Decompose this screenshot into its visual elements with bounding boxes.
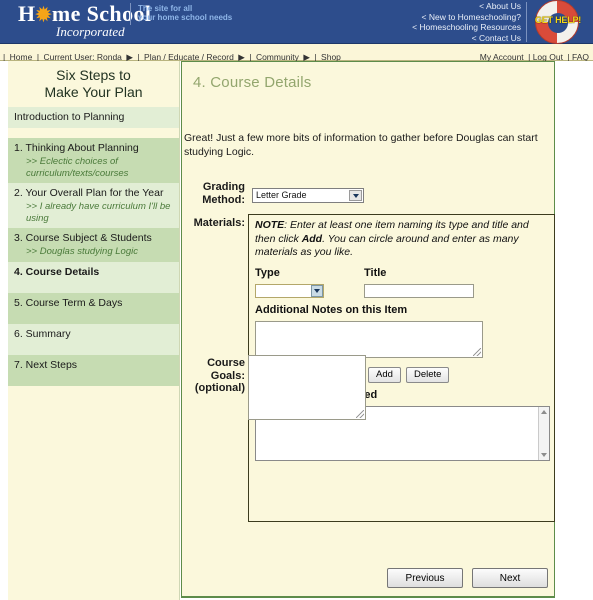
- sidebar-item-label: 3. Course Subject & Students: [14, 232, 152, 244]
- chevron-down-icon[interactable]: [349, 190, 362, 201]
- get-help-label: GET HELP!: [534, 15, 582, 25]
- next-button[interactable]: Next: [472, 568, 548, 588]
- sidebar-item-thinking-about-planning[interactable]: 1. Thinking About Planning >> Eclectic c…: [8, 138, 179, 183]
- additional-notes-textarea[interactable]: [255, 321, 483, 358]
- intro-text: Great! Just a few more bits of informati…: [184, 132, 538, 158]
- vertical-scrollbar[interactable]: [538, 407, 549, 460]
- main-panel: 4. Course Details Great! Just a few more…: [181, 61, 555, 598]
- navigation-bar: | Home | Current User: Ronda ▶ | Plan / …: [0, 44, 593, 62]
- course-goals-label-line-1: Course: [207, 357, 245, 369]
- star-icon: ✹: [35, 5, 52, 26]
- header-link-homeschooling-resources[interactable]: < Homeschooling Resources: [412, 22, 521, 33]
- sidebar-item-label: 7. Next Steps: [14, 358, 78, 371]
- site-header: H✹me School Incorporated The site for al…: [0, 0, 593, 44]
- logo-pre: H: [18, 1, 36, 26]
- grading-method-value: Letter Grade: [256, 190, 307, 200]
- course-goals-textarea[interactable]: [248, 355, 366, 420]
- sidebar-item-sublabel: >> I already have curriculum I'll be usi…: [26, 201, 171, 224]
- sidebar-title: Six Steps to Make Your Plan: [8, 61, 179, 107]
- sidebar-item-course-subject-and-students[interactable]: 3. Course Subject & Students >> Douglas …: [8, 228, 179, 262]
- get-help-button[interactable]: GET HELP!: [528, 0, 588, 44]
- page-title: 4. Course Details: [193, 74, 312, 91]
- course-goals-label-line-2: Goals:: [210, 369, 245, 382]
- title-header: Title: [364, 267, 387, 279]
- sidebar-item-course-details[interactable]: 4. Course Details: [8, 261, 179, 293]
- sidebar-item-next-steps[interactable]: 7. Next Steps: [8, 354, 179, 386]
- title-input[interactable]: [364, 284, 474, 298]
- sidebar-item-label: 2. Your Overall Plan for the Year: [14, 187, 164, 199]
- grading-method-label: Grading Method:: [182, 181, 245, 206]
- grading-method-label-line-1: Grading: [202, 181, 245, 193]
- sidebar-title-line-1: Six Steps to: [56, 67, 131, 83]
- materials-note-lead: NOTE: [255, 219, 285, 231]
- resize-grip-icon[interactable]: [356, 410, 364, 418]
- resize-grip-icon[interactable]: [473, 348, 481, 356]
- chevron-down-icon[interactable]: [311, 285, 323, 297]
- type-header: Type: [255, 267, 280, 279]
- sidebar-item-label: 6. Summary: [14, 327, 71, 340]
- page-root: H✹me School Incorporated The site for al…: [0, 0, 593, 600]
- content-area: Six Steps to Make Your Plan Introduction…: [0, 61, 593, 600]
- sidebar-item-course-term-and-days[interactable]: 5. Course Term & Days: [8, 292, 179, 324]
- additional-notes-header: Additional Notes on this Item: [255, 304, 408, 316]
- header-link-new-to-homeschooling[interactable]: < New to Homeschooling?: [412, 12, 521, 23]
- materials-note-bold: Add: [301, 232, 323, 245]
- tagline-line-2: your home school needs: [138, 13, 233, 22]
- scroll-down-icon[interactable]: [541, 453, 547, 457]
- sidebar: Six Steps to Make Your Plan Introduction…: [8, 61, 180, 600]
- sidebar-item-introduction-to-planning[interactable]: Introduction to Planning: [8, 107, 179, 128]
- header-link-about-us[interactable]: < About Us: [412, 1, 521, 12]
- sidebar-item-label: 4. Course Details: [14, 265, 100, 278]
- course-goals-label: Course Goals: (optional): [182, 357, 245, 395]
- sidebar-title-line-2: Make Your Plan: [44, 84, 143, 100]
- header-link-contact-us[interactable]: < Contact Us: [412, 33, 521, 44]
- header-divider: [526, 2, 527, 42]
- sidebar-item-your-overall-plan-for-the-year[interactable]: 2. Your Overall Plan for the Year >> I a…: [8, 183, 179, 228]
- course-goals-label-line-3: (optional): [194, 382, 245, 394]
- type-select[interactable]: [255, 284, 324, 298]
- header-links: < About Us < New to Homeschooling? < Hom…: [412, 1, 521, 43]
- tagline-line-1: The site for all: [138, 4, 193, 13]
- sidebar-item-sublabel: >> Eclectic choices of curriculum/texts/…: [26, 156, 129, 179]
- add-button[interactable]: Add: [368, 367, 401, 383]
- logo-post: me School: [51, 1, 152, 26]
- materials-note: NOTE: Enter at least one item naming its…: [255, 219, 549, 260]
- scroll-up-icon[interactable]: [541, 410, 547, 414]
- sidebar-item-label: 5. Course Term & Days: [14, 296, 123, 309]
- sidebar-item-sublabel: >> Douglas studying Logic: [26, 246, 138, 257]
- delete-button[interactable]: Delete: [406, 367, 450, 383]
- sidebar-item-label: 1. Thinking About Planning: [14, 142, 139, 154]
- sidebar-item-summary[interactable]: 6. Summary: [8, 323, 179, 355]
- grading-method-label-line-2: Method:: [202, 193, 245, 206]
- grading-method-select[interactable]: Letter Grade: [252, 188, 364, 203]
- logo-divider: [130, 3, 131, 25]
- site-tagline: The site for all your home school needs: [138, 4, 232, 22]
- previous-button[interactable]: Previous: [387, 568, 463, 588]
- sidebar-item-label: Introduction to Planning: [14, 111, 125, 123]
- materials-label: Materials:: [193, 217, 245, 229]
- site-logo[interactable]: H✹me School Incorporated: [18, 2, 151, 39]
